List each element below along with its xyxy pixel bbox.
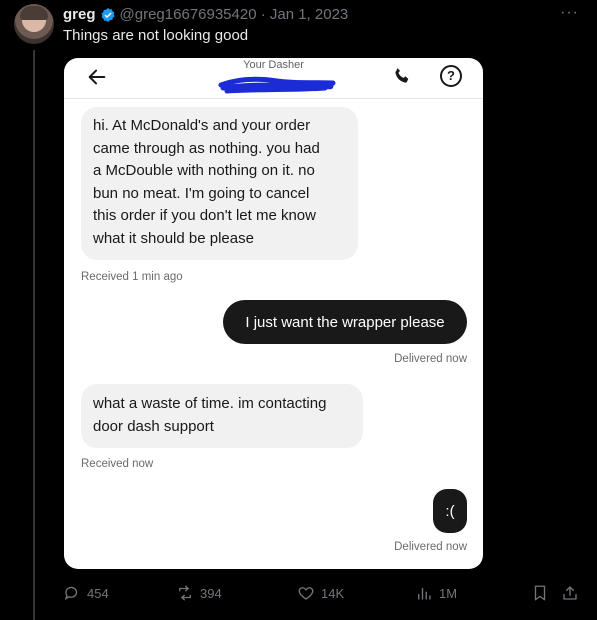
message-line: what a waste of time. im contacting xyxy=(93,395,327,412)
tweet-header: greg @greg16676935420 · Jan 1, 2023 xyxy=(63,6,348,24)
chat-header-label: Your Dasher xyxy=(243,59,304,71)
incoming-message-2: what a waste of time. im contacting door… xyxy=(81,384,363,448)
chat-topbar: Your Dasher ? xyxy=(64,58,483,99)
message-line: came through as nothing. you had xyxy=(93,139,320,157)
message-line: this order if you don't let me know xyxy=(93,207,316,224)
chat-screenshot[interactable]: Your Dasher ? hi. At McDonald's and your… xyxy=(64,58,483,569)
handle-date: @greg16676935420 · Jan 1, 2023 xyxy=(119,6,349,23)
repost-count: 394 xyxy=(200,585,222,601)
message-line: what it should be please xyxy=(93,229,254,247)
tweet-text: Things are not looking good xyxy=(63,27,249,44)
message-status: Received now xyxy=(81,458,154,470)
outgoing-message-2: :( xyxy=(433,489,467,533)
incoming-message-1: hi. At McDonald's and your order came th… xyxy=(81,107,358,260)
views-count: 1M xyxy=(439,585,458,601)
help-icon: ? xyxy=(440,65,462,87)
repost-button[interactable]: 394 xyxy=(176,584,222,602)
message-line: a McDouble with nothing on it. no xyxy=(93,162,315,179)
thread-line xyxy=(33,50,35,620)
author-name[interactable]: greg xyxy=(63,6,96,24)
like-icon xyxy=(298,587,314,600)
views-button[interactable]: 1M xyxy=(415,584,457,602)
outgoing-message-1: I just want the wrapper please xyxy=(223,300,467,344)
like-count: 14K xyxy=(321,585,345,601)
redaction-scribble xyxy=(218,76,336,94)
reply-icon xyxy=(64,586,78,601)
reply-count: 454 xyxy=(87,585,109,601)
repost-icon xyxy=(179,585,191,601)
message-line: bun no meat. I'm going to cancel xyxy=(93,184,310,202)
tweet-actions: 454 394 14K 1M xyxy=(63,584,593,604)
more-icon[interactable]: ··· xyxy=(560,4,579,22)
like-button[interactable]: 14K xyxy=(297,584,344,602)
message-status: Delivered now xyxy=(394,541,467,553)
bookmark-icon[interactable] xyxy=(531,584,549,602)
message-line: door dash support xyxy=(93,417,214,435)
reply-button[interactable]: 454 xyxy=(63,584,109,602)
share-icon[interactable] xyxy=(561,584,579,602)
verified-badge-icon xyxy=(100,8,115,22)
views-icon xyxy=(418,587,431,600)
avatar[interactable] xyxy=(14,4,54,44)
message-status: Delivered now xyxy=(394,353,467,365)
phone-icon xyxy=(395,68,409,83)
message-line: hi. At McDonald's and your order xyxy=(93,117,311,134)
message-status: Received 1 min ago xyxy=(81,271,183,283)
